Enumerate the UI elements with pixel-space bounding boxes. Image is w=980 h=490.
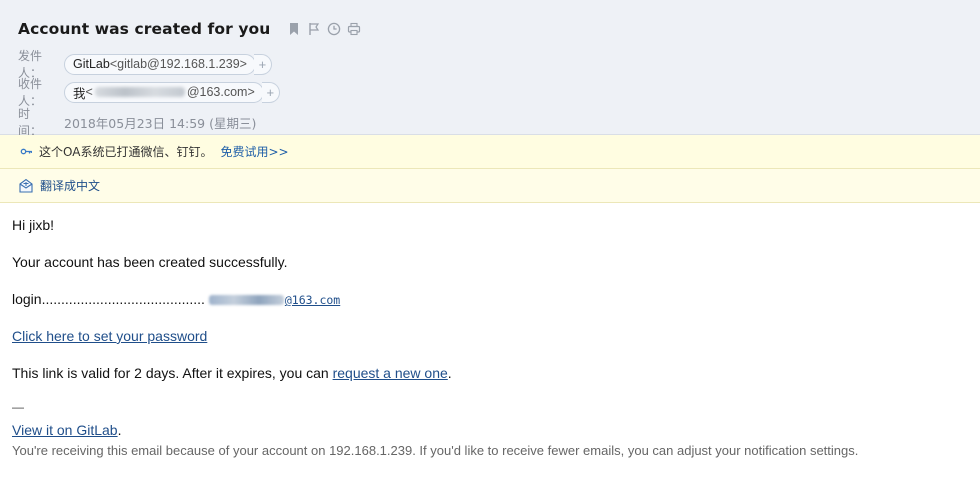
print-icon[interactable] xyxy=(346,21,362,37)
footer-reason: You're receiving this email because of y… xyxy=(12,443,859,458)
valid-suffix: . xyxy=(447,365,452,381)
login-label: login...................................… xyxy=(12,291,205,307)
subject-row: Account was created for you xyxy=(18,18,362,40)
promo-banner: 这个OA系统已打通微信、钉钉。 免费试用>> xyxy=(0,135,980,169)
view-line: View it on GitLab. xyxy=(12,422,121,438)
bookmark-icon[interactable] xyxy=(286,21,302,37)
sender-name: GitLab xyxy=(73,57,110,71)
translate-link[interactable]: 翻译成中文 xyxy=(40,177,100,194)
promo-text: 这个OA系统已打通微信、钉钉。 xyxy=(39,145,213,159)
recipient-address-suffix: @163.com> xyxy=(186,85,255,99)
recipient-name: 我 xyxy=(73,86,86,101)
created-text: Your account has been created successful… xyxy=(12,254,288,270)
time-label: 时 间： xyxy=(18,107,43,138)
set-password-link[interactable]: Click here to set your password xyxy=(12,328,207,344)
view-on-gitlab-link[interactable]: View it on GitLab xyxy=(12,422,118,438)
add-recipient-button[interactable]: + xyxy=(261,81,280,103)
recipient-chip[interactable]: 我 < @163.com> xyxy=(64,81,264,103)
clock-icon[interactable] xyxy=(326,21,342,37)
mail-header: Account was created for you 发件人： GitLab … xyxy=(0,0,980,138)
to-label: 收件人： xyxy=(18,77,43,108)
key-icon xyxy=(20,145,33,158)
redacted-address xyxy=(94,87,185,97)
valid-text: This link is valid for 2 days. After it … xyxy=(12,365,333,381)
flag-icon[interactable] xyxy=(306,21,322,37)
subject-actions xyxy=(286,21,362,37)
mail-subject: Account was created for you xyxy=(18,20,271,38)
to-row: 收件人： 我 < @163.com> + xyxy=(18,75,280,109)
valid-line: This link is valid for 2 days. After it … xyxy=(12,365,452,381)
greeting: Hi jixb! xyxy=(12,217,55,233)
free-trial-link[interactable]: 免费试用>> xyxy=(220,143,288,160)
add-sender-button[interactable]: + xyxy=(253,53,272,75)
signature-dash: — xyxy=(12,400,24,414)
sent-time: 2018年05月23日 14:59 (星期三) xyxy=(64,115,257,131)
login-email-link[interactable]: @163.com xyxy=(285,293,340,307)
time-row: 时 间： 2018年05月23日 14:59 (星期三) xyxy=(18,105,256,139)
recipient-address-prefix: < xyxy=(85,85,93,99)
view-suffix: . xyxy=(117,422,122,438)
translate-bar: 翻译成中文 xyxy=(0,169,980,203)
translate-icon xyxy=(18,178,34,194)
request-new-link[interactable]: request a new one xyxy=(333,365,448,381)
set-password-line: Click here to set your password xyxy=(12,328,207,344)
sender-address: <gitlab@192.168.1.239> xyxy=(109,57,247,71)
sender-chip[interactable]: GitLab <gitlab@192.168.1.239> xyxy=(64,53,256,75)
login-line: login...................................… xyxy=(12,291,340,307)
redacted-login xyxy=(208,295,284,306)
